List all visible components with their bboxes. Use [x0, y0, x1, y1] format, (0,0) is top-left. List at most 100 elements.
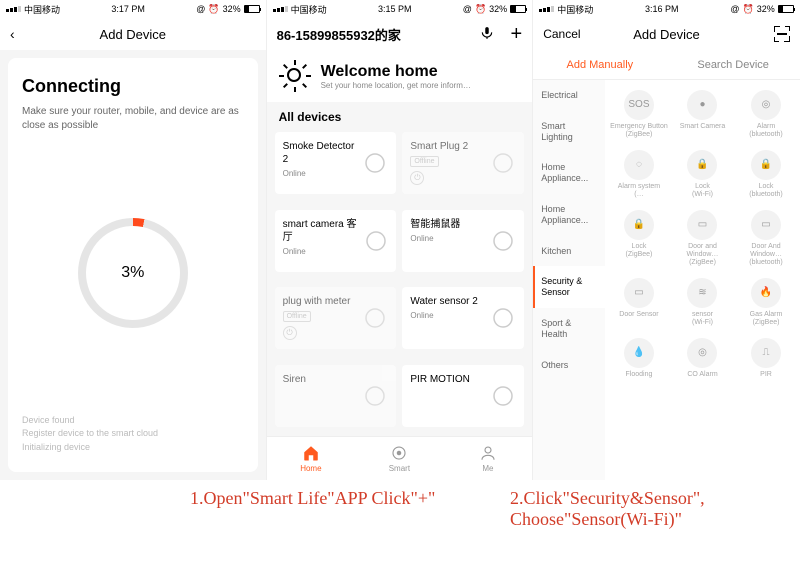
- carrier-label: 中国移动: [291, 3, 327, 16]
- device-card[interactable]: Water sensor 2Online: [402, 287, 524, 349]
- device-card[interactable]: plug with meter Offline ⏻: [275, 287, 397, 349]
- category-item[interactable]: Security & Sensor: [533, 266, 605, 308]
- progress-percent: 3%: [121, 264, 144, 282]
- product-icon: SOS: [624, 90, 654, 120]
- device-card[interactable]: smart camera 客厅Online: [275, 210, 397, 272]
- product-icon: ≋: [687, 278, 717, 308]
- category-item[interactable]: Sport & Health: [533, 308, 605, 350]
- product-item[interactable]: 🔒 Lock (Wi-Fi): [671, 146, 735, 204]
- device-name: 智能捕鼠器: [410, 218, 460, 231]
- product-grid: SOS Emergency Button (ZigBee)● Smart Cam…: [605, 80, 800, 480]
- status-bar: 中国移动 3:16 PM @ ⏰ 32%: [533, 0, 800, 18]
- cancel-button[interactable]: Cancel: [543, 27, 593, 41]
- device-card[interactable]: PIR MOTION: [402, 365, 524, 427]
- device-card[interactable]: 智能捕鼠器Online: [402, 210, 524, 272]
- category-item[interactable]: Home Appliance...: [533, 152, 605, 194]
- product-item[interactable]: ◎ Alarm (bluetooth): [734, 86, 798, 144]
- product-sub: (bluetooth): [749, 259, 782, 267]
- category-item[interactable]: Home Appliance...: [533, 194, 605, 236]
- product-name: Alarm: [757, 123, 775, 131]
- product-name: PIR: [760, 371, 772, 379]
- signal-icon: [273, 6, 288, 12]
- tab-me[interactable]: Me: [444, 437, 533, 480]
- category-item[interactable]: Others: [533, 350, 605, 381]
- page-title: Add Device: [593, 27, 740, 42]
- device-card[interactable]: Siren: [275, 365, 397, 427]
- product-item[interactable]: ▭ Door And Window… (bluetooth): [734, 206, 798, 272]
- connecting-card: Connecting Make sure your router, mobile…: [8, 58, 258, 472]
- product-name: Smart Camera: [680, 123, 726, 131]
- product-item[interactable]: ⎍ PIR: [734, 334, 798, 383]
- product-sub: (Wi-Fi): [692, 191, 713, 199]
- connecting-subtext: Make sure your router, mobile, and devic…: [22, 105, 244, 133]
- product-sub: (bluetooth): [749, 131, 782, 139]
- product-name: Lock: [759, 183, 774, 191]
- product-name: Door Sensor: [619, 311, 658, 319]
- at-icon: @: [463, 4, 472, 14]
- power-button[interactable]: ⏻: [283, 326, 297, 340]
- device-icon: [490, 228, 516, 254]
- progress-ring: 3%: [78, 218, 188, 328]
- power-button[interactable]: ⏻: [410, 171, 424, 185]
- product-item[interactable]: SOS Emergency Button (ZigBee): [607, 86, 671, 144]
- tab-bar: HomeSmartMe: [267, 436, 533, 480]
- product-item[interactable]: ▭ Door Sensor: [607, 274, 671, 332]
- weather-sun-icon: [279, 60, 311, 92]
- device-card[interactable]: Smoke Detector 2Online: [275, 132, 397, 194]
- home-title[interactable]: 86-15899855932的家: [277, 25, 481, 44]
- product-item[interactable]: ● Smart Camera: [671, 86, 735, 144]
- device-name: plug with meter: [283, 295, 351, 308]
- nav-bar: 86-15899855932的家 +: [267, 18, 533, 50]
- device-status: Online: [283, 247, 364, 257]
- scan-button[interactable]: [740, 26, 790, 42]
- offline-badge: Offline: [283, 311, 311, 322]
- product-item[interactable]: ≋ sensor (Wi-Fi): [671, 274, 735, 332]
- product-name: Flooding: [626, 371, 653, 379]
- device-name: Smart Plug 2: [410, 140, 468, 153]
- step-2: Register device to the smart cloud: [22, 427, 244, 441]
- product-item[interactable]: 🔒 Lock (ZigBee): [607, 206, 671, 272]
- product-name: Door and Window…: [673, 243, 733, 260]
- carrier-label: 中国移动: [24, 3, 60, 16]
- product-icon: 🔒: [751, 150, 781, 180]
- product-sub: (Wi-Fi): [692, 319, 713, 327]
- device-name: Water sensor 2: [410, 295, 477, 308]
- device-card[interactable]: Smart Plug 2Offline⏻: [402, 132, 524, 194]
- product-item[interactable]: 💧 Flooding: [607, 334, 671, 383]
- category-item[interactable]: Smart Lighting: [533, 111, 605, 153]
- nav-bar: ‹ Add Device: [0, 18, 266, 50]
- battery-label: 32%: [757, 4, 775, 14]
- seg-tab-search-device[interactable]: Search Device: [666, 50, 799, 79]
- progress-steps: Device found Register device to the smar…: [22, 414, 244, 455]
- product-item[interactable]: ◌ Alarm system (…: [607, 146, 671, 204]
- tab-smart[interactable]: Smart: [355, 437, 444, 480]
- back-button[interactable]: ‹: [10, 26, 34, 42]
- phone-add-device: 中国移动 3:16 PM @ ⏰ 32% Cancel Add Device A…: [533, 0, 800, 480]
- category-item[interactable]: Kitchen: [533, 236, 605, 267]
- product-item[interactable]: ▭ Door and Window… (ZigBee): [671, 206, 735, 272]
- mic-button[interactable]: [480, 26, 498, 43]
- device-status: Online: [283, 169, 363, 179]
- battery-label: 32%: [223, 4, 241, 14]
- all-devices-header[interactable]: All devices: [267, 102, 533, 132]
- category-list: ElectricalSmart LightingHome Appliance..…: [533, 80, 605, 480]
- seg-tab-add-manually[interactable]: Add Manually: [533, 50, 666, 79]
- product-name: Alarm system: [618, 183, 660, 191]
- product-item[interactable]: 🔒 Lock (bluetooth): [734, 146, 798, 204]
- product-item[interactable]: 🔥 Gas Alarm (ZigBee): [734, 274, 798, 332]
- product-icon: ●: [687, 90, 717, 120]
- add-device-button[interactable]: +: [498, 23, 522, 46]
- device-name: PIR MOTION: [410, 373, 469, 386]
- me-icon: [479, 444, 497, 462]
- device-icon: [490, 150, 516, 176]
- tab-home[interactable]: Home: [267, 437, 356, 480]
- product-sub: (ZigBee): [626, 251, 653, 259]
- welcome-banner[interactable]: Welcome home Set your home location, get…: [267, 50, 533, 102]
- product-icon: 💧: [624, 338, 654, 368]
- status-bar: 中国移动 3:17 PM @ ⏰ 32%: [0, 0, 266, 18]
- category-item[interactable]: Electrical: [533, 80, 605, 111]
- signal-icon: [6, 6, 21, 12]
- product-item[interactable]: ◎ CO Alarm: [671, 334, 735, 383]
- scan-icon: [774, 26, 790, 42]
- page-title: Add Device: [34, 27, 232, 42]
